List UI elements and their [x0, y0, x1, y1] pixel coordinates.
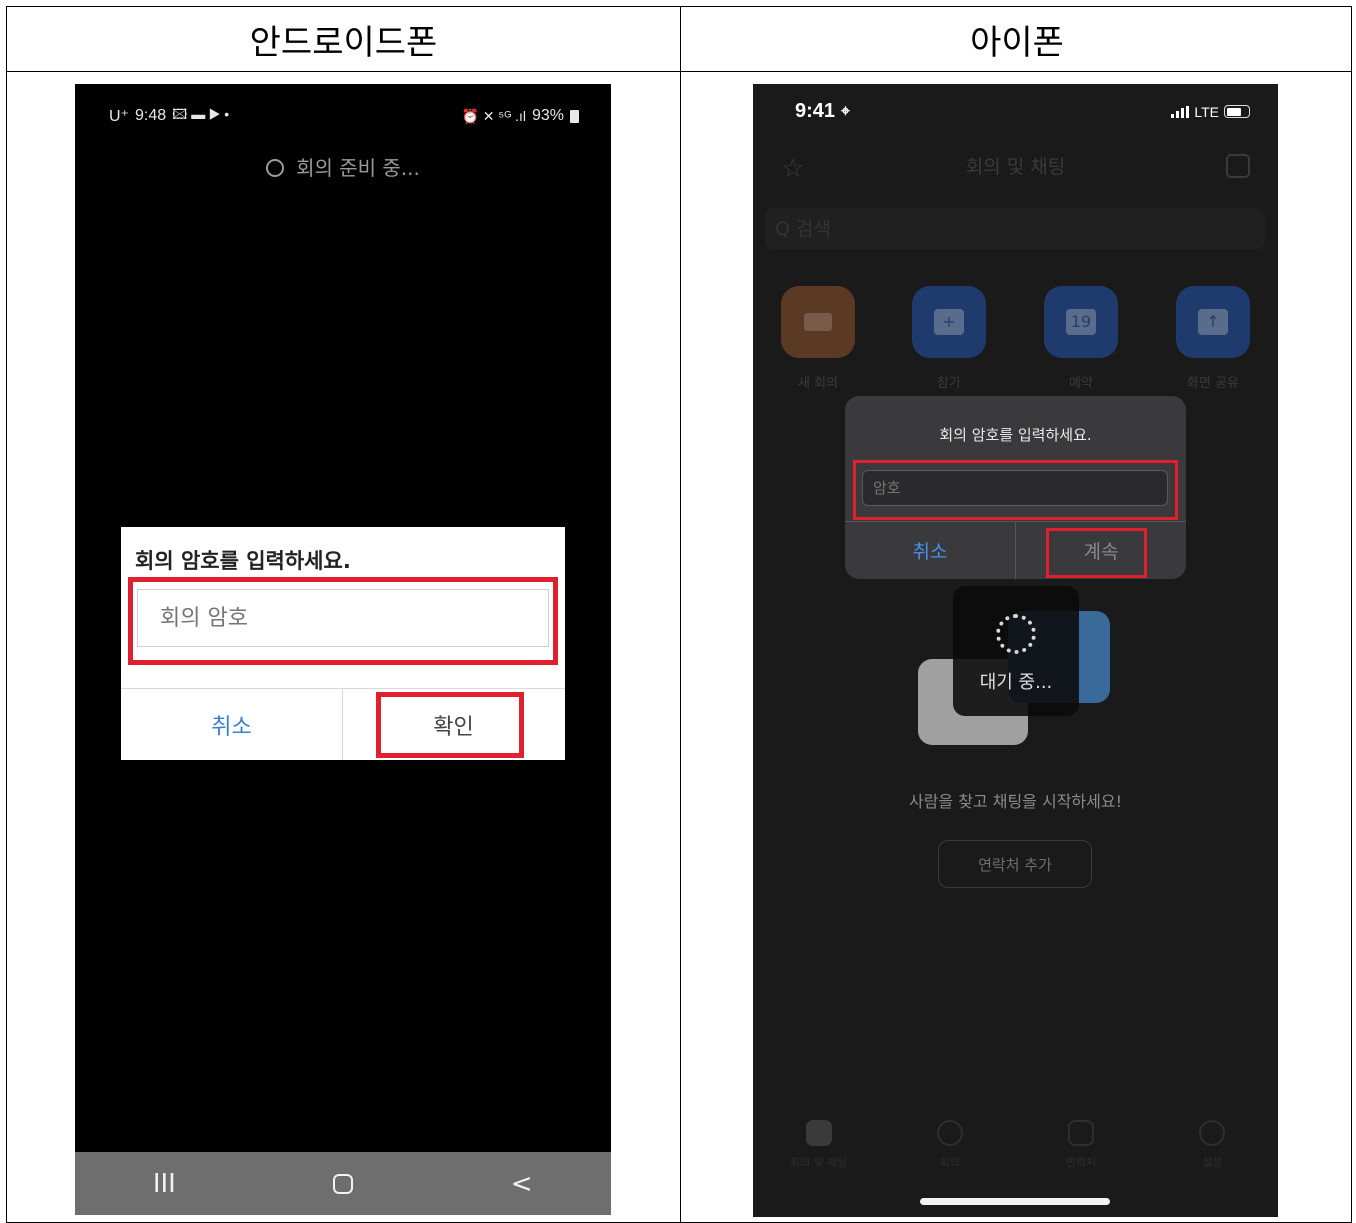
- gear-icon: [1199, 1120, 1226, 1146]
- plus-icon: +: [912, 286, 986, 358]
- action-label: 화면 공유: [1187, 376, 1239, 391]
- search-bar[interactable]: Q 검색: [765, 208, 1265, 250]
- table-column-divider: [680, 7, 681, 1222]
- cancel-button[interactable]: 취소: [845, 522, 1015, 579]
- empty-chat-prompt: 사람을 찾고 채팅을 시작하세요!: [908, 792, 1123, 811]
- carrier-label: U⁺: [109, 108, 129, 125]
- chat-icon: [805, 1120, 832, 1146]
- iphone-screenshot: 9:41 ⌖ LTE ☆ 회의 및 채팅 Q 검색 새 회의 + 참가 19 예…: [753, 84, 1278, 1217]
- waiting-text: 대기 중...: [979, 672, 1053, 693]
- meeting-password-input[interactable]: [862, 470, 1168, 506]
- tab-meetings[interactable]: 회의: [910, 1114, 990, 1184]
- notification-icons: 🖾 ▬ ▶ •: [172, 106, 230, 122]
- tab-settings[interactable]: 설정: [1172, 1114, 1252, 1184]
- meeting-password-input[interactable]: [137, 589, 549, 647]
- tab-label: 회의: [939, 1156, 960, 1169]
- status-time: 9:48: [135, 107, 167, 124]
- android-status-bar: U⁺ 9:48 🖾 ▬ ▶ • ⏰ ✕ ⁵ᴳ .ıl 93%: [109, 106, 579, 126]
- dialog-title: 회의 암호를 입력하세요.: [939, 426, 1092, 444]
- dialog-title: 회의 암호를 입력하세요.: [135, 549, 351, 573]
- recent-apps-button[interactable]: III: [104, 1169, 224, 1199]
- back-button[interactable]: <: [462, 1169, 582, 1199]
- ios-tab-bar: 회의 및 채팅 회의 연락처 설정: [753, 1114, 1278, 1184]
- tab-label: 연락처: [1065, 1156, 1097, 1169]
- home-button[interactable]: [283, 1169, 403, 1199]
- contact-icon: [1068, 1120, 1095, 1146]
- compose-icon[interactable]: [1226, 154, 1250, 178]
- calendar-icon: 19: [1044, 286, 1118, 358]
- signal-icon: [1171, 105, 1190, 118]
- schedule-action[interactable]: 19 예약: [1044, 286, 1118, 391]
- tab-contacts[interactable]: 연락처: [1041, 1114, 1121, 1184]
- battery-percent: 93%: [531, 107, 564, 124]
- preparing-status: 회의 준비 중...: [75, 152, 611, 181]
- home-indicator[interactable]: [920, 1198, 1110, 1205]
- location-icon: ⌖: [841, 102, 851, 120]
- continue-button[interactable]: 계속: [1016, 522, 1186, 579]
- ios-status-bar: 9:41 ⌖ LTE: [795, 100, 1250, 123]
- spinner-icon: [996, 614, 1036, 654]
- confirm-button[interactable]: 확인: [343, 689, 564, 760]
- video-camera-icon: [781, 286, 855, 358]
- system-status-icons: ⏰ ✕ ⁵ᴳ .ıl: [461, 107, 526, 124]
- screen-title: 회의 및 채팅: [965, 156, 1066, 178]
- preparing-text: 회의 준비 중...: [296, 156, 420, 180]
- status-time: 9:41: [795, 100, 836, 122]
- tab-label: 설정: [1202, 1156, 1223, 1169]
- add-contact-button[interactable]: 연락처 추가: [938, 840, 1092, 888]
- action-label: 참가: [937, 376, 961, 391]
- tab-meet-chat[interactable]: 회의 및 채팅: [779, 1114, 859, 1184]
- battery-icon: [570, 109, 579, 123]
- share-arrow-icon: ↑: [1176, 286, 1250, 358]
- tab-label: 회의 및 채팅: [789, 1156, 848, 1169]
- android-screenshot: U⁺ 9:48 🖾 ▬ ▶ • ⏰ ✕ ⁵ᴳ .ıl 93% 회의 준비 중..…: [75, 84, 611, 1215]
- join-action[interactable]: + 참가: [912, 286, 986, 391]
- network-type: LTE: [1194, 103, 1219, 120]
- table-header-divider: [7, 71, 1351, 72]
- clock-icon: [936, 1120, 963, 1146]
- new-meeting-action[interactable]: 새 회의: [781, 286, 855, 391]
- loading-ring-icon: [266, 159, 285, 177]
- battery-icon: [1224, 105, 1250, 118]
- share-screen-action[interactable]: ↑ 화면 공유: [1176, 286, 1250, 391]
- android-navigation-bar: III <: [75, 1152, 611, 1215]
- android-password-dialog: 회의 암호를 입력하세요. 취소 확인: [121, 527, 565, 760]
- iphone-column-header: 아이폰: [970, 22, 1064, 63]
- action-label: 예약: [1069, 376, 1093, 391]
- ios-password-dialog: 회의 암호를 입력하세요. 취소 계속: [845, 396, 1186, 579]
- cancel-button[interactable]: 취소: [121, 689, 342, 760]
- action-label: 새 회의: [797, 376, 838, 391]
- android-column-header: 안드로이드폰: [249, 22, 438, 63]
- waiting-overlay: 대기 중...: [953, 586, 1079, 716]
- home-icon: [332, 1174, 353, 1194]
